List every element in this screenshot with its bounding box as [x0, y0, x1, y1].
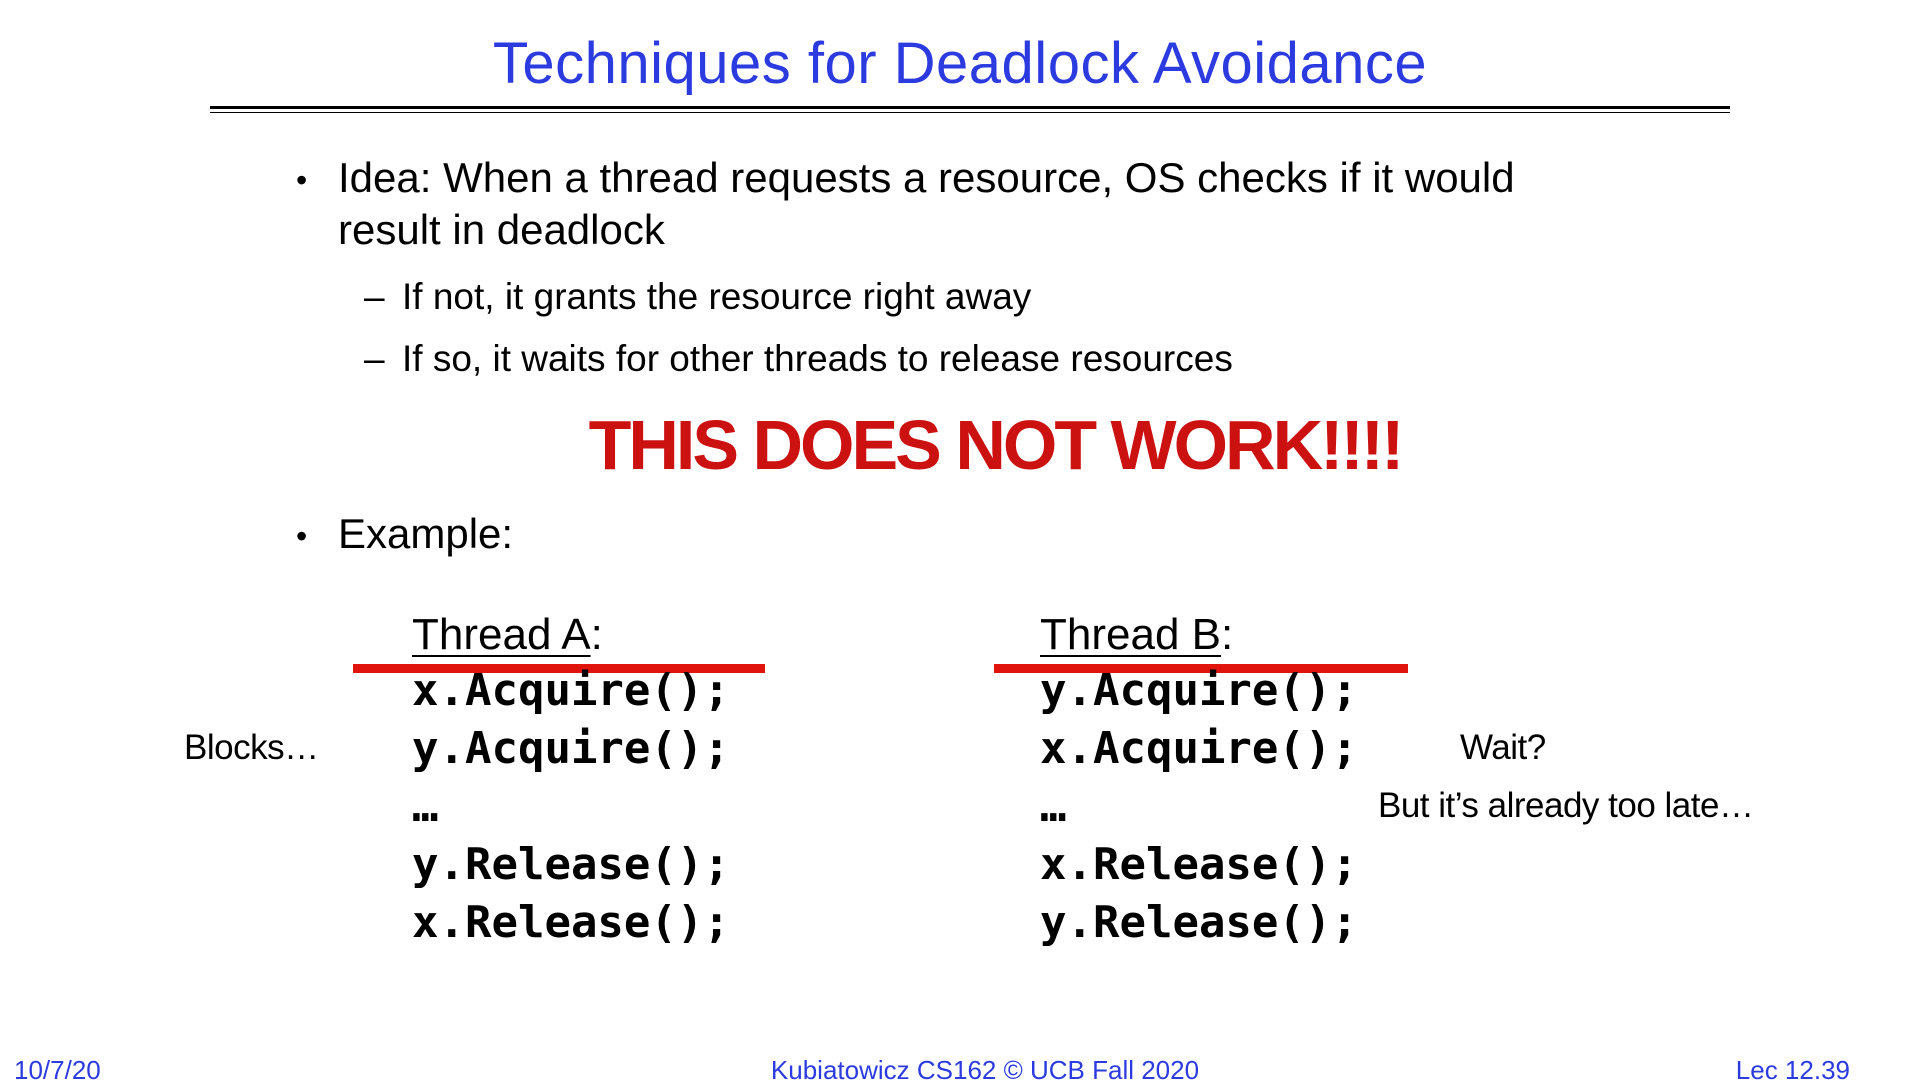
thread-a-header-label: Thread A [412, 610, 591, 659]
slide-title: Techniques for Deadlock Avoidance [492, 31, 1428, 96]
note-wait: Wait? [1460, 728, 1546, 767]
bullet-idea-line1: Idea: When a thread requests a resource,… [338, 154, 1515, 201]
bullet-example: Example: [338, 510, 514, 557]
title-rule-thin [210, 112, 1730, 113]
thread-a-header-colon: : [590, 610, 603, 659]
thread-a-code-line: y.Release(); [412, 839, 730, 890]
footer-course: Kubiatowicz CS162 © UCB Fall 2020 [770, 1055, 1200, 1085]
sub-bullet-if-so: If so, it waits for other threads to rel… [402, 338, 1233, 379]
thread-b-code-line: … [1040, 781, 1067, 832]
thread-b-code-line: y.Release(); [1040, 897, 1358, 948]
sub-bullet-dash: – [364, 276, 385, 317]
note-too-late: But it’s already too late… [1378, 786, 1754, 825]
thread-b-header-colon: : [1220, 610, 1234, 659]
bullet-dot: • [296, 518, 308, 554]
sub-bullet-dash: – [364, 338, 385, 379]
note-blocks: Blocks… [184, 728, 319, 767]
thread-b-header-label: Thread B [1040, 610, 1221, 659]
bullet-idea-line2: result in deadlock [338, 206, 665, 253]
thread-a-header: Thread A: [412, 608, 603, 662]
thread-b-code-line: x.Release(); [1040, 839, 1358, 890]
title-rule-thick [210, 106, 1730, 109]
warning-banner: THIS DOES NOT WORK!!!! [588, 406, 1405, 484]
thread-a-code-line: … [412, 781, 439, 832]
thread-a-code-line: x.Acquire(); [412, 665, 730, 716]
thread-b-code-line: x.Acquire(); [1040, 723, 1358, 774]
footer-lecture-number: Lec 12.39 [1735, 1055, 1850, 1085]
thread-b-code-line: y.Acquire(); [1040, 665, 1358, 716]
thread-b-header: Thread B: [1040, 608, 1233, 662]
thread-a-code-line: x.Release(); [412, 897, 730, 948]
bullet-dot: • [296, 162, 308, 198]
thread-a-code-line: y.Acquire(); [412, 723, 730, 774]
sub-bullet-if-not: If not, it grants the resource right awa… [402, 276, 1032, 317]
